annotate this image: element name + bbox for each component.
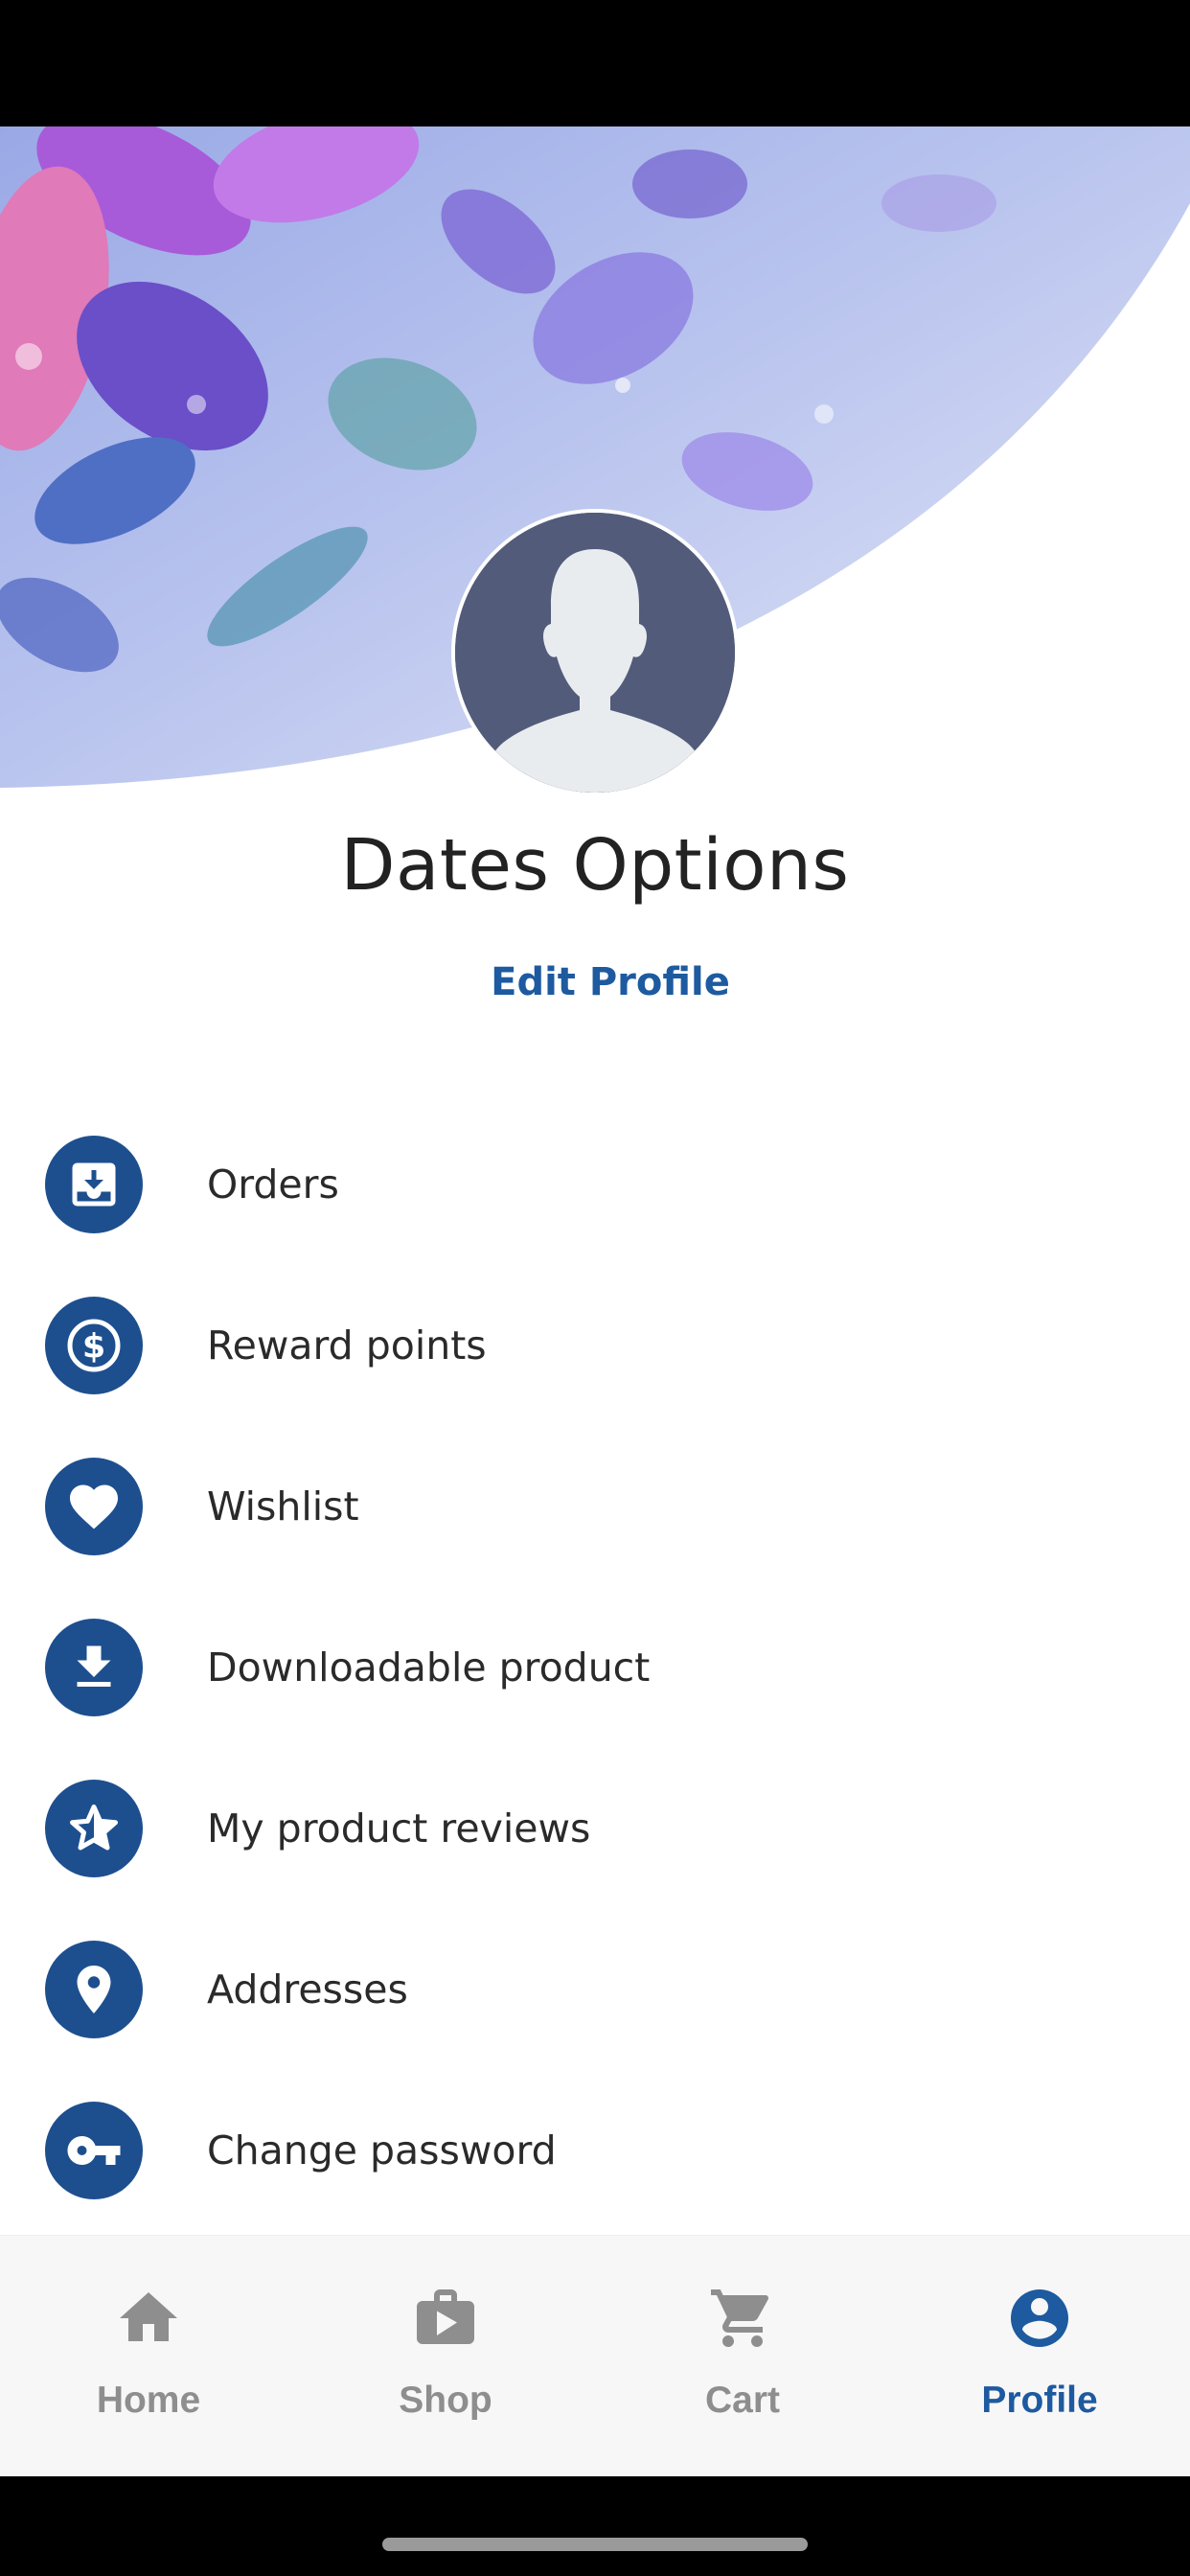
nav-label: Home (96, 2380, 201, 2421)
key-icon (45, 2102, 143, 2199)
avatar[interactable] (451, 509, 739, 796)
nav-label: Shop (399, 2380, 492, 2421)
inbox-download-icon (45, 1136, 143, 1233)
heart-icon (45, 1458, 143, 1555)
star-icon (45, 1780, 143, 1877)
system-navigation-bar (0, 2476, 1190, 2576)
menu-item-label: My product reviews (207, 1806, 591, 1852)
menu-item-label: Change password (207, 2128, 557, 2174)
home-indicator[interactable] (382, 2538, 808, 2551)
menu-item-label: Addresses (207, 1966, 408, 2012)
bottom-navigation: Home Shop Cart Profile (0, 2235, 1190, 2476)
menu-item-addresses[interactable]: Addresses (0, 1909, 1190, 2070)
profile-screen: Dates Options Edit Profile Orders $ Rewa… (0, 0, 1190, 2576)
menu-item-label: Downloadable product (207, 1644, 651, 1690)
edit-profile-link[interactable]: Edit Profile (460, 954, 761, 1011)
menu-item-product-reviews[interactable]: My product reviews (0, 1748, 1190, 1909)
dollar-circle-icon: $ (45, 1297, 143, 1394)
menu-item-orders[interactable]: Orders (0, 1104, 1190, 1265)
location-pin-icon (45, 1941, 143, 2038)
menu-item-label: Orders (207, 1162, 339, 1208)
nav-item-profile[interactable]: Profile (891, 2236, 1188, 2477)
nav-label: Profile (981, 2380, 1098, 2421)
status-bar (0, 0, 1190, 126)
nav-item-shop[interactable]: Shop (297, 2236, 594, 2477)
menu-item-wishlist[interactable]: Wishlist (0, 1426, 1190, 1587)
svg-text:$: $ (82, 1328, 105, 1367)
menu-item-label: Reward points (207, 1322, 487, 1368)
menu-item-reward-points[interactable]: $ Reward points (0, 1265, 1190, 1426)
menu-item-label: Wishlist (207, 1484, 359, 1530)
nav-item-cart[interactable]: Cart (594, 2236, 891, 2477)
account-circle-icon (1005, 2284, 1074, 2353)
menu-item-change-password[interactable]: Change password (0, 2070, 1190, 2231)
cart-icon (708, 2284, 777, 2353)
home-icon (114, 2284, 183, 2353)
shopping-bag-icon (411, 2284, 480, 2353)
nav-item-home[interactable]: Home (0, 2236, 297, 2477)
person-silhouette-icon (455, 513, 735, 793)
profile-name: Dates Options (340, 824, 850, 907)
menu-item-downloadable-product[interactable]: Downloadable product (0, 1587, 1190, 1748)
download-icon (45, 1619, 143, 1716)
nav-label: Cart (704, 2380, 781, 2421)
